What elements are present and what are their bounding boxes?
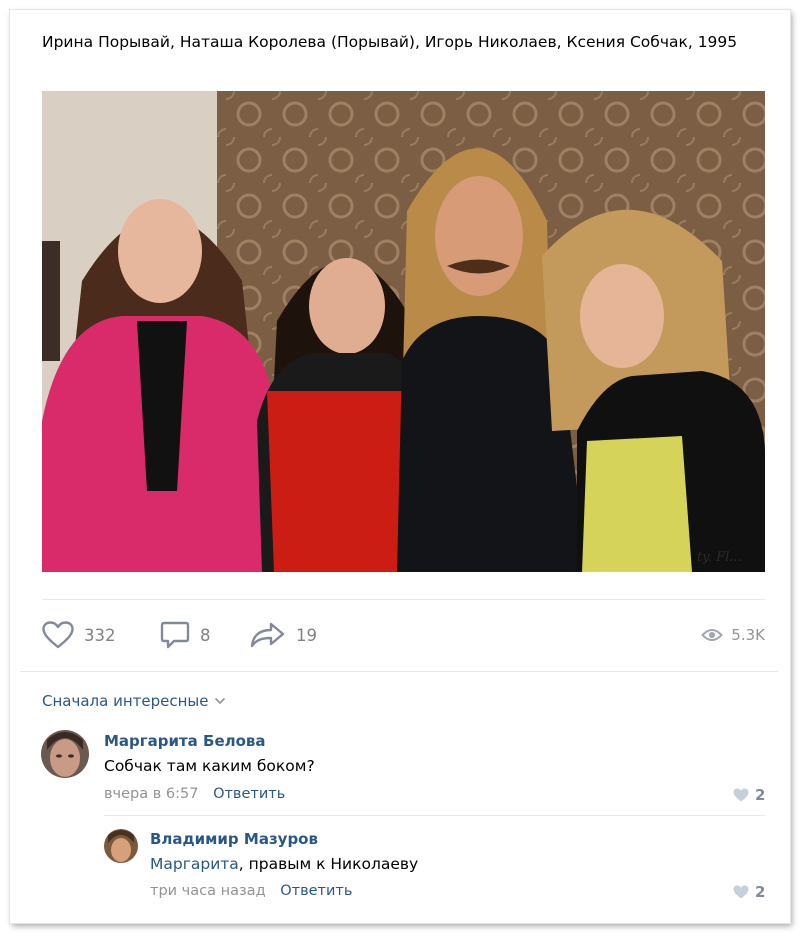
comment-button[interactable]: 8 bbox=[160, 619, 211, 651]
comment-like-button[interactable]: 2 bbox=[733, 786, 765, 804]
comment-author[interactable]: Маргарита Белова bbox=[104, 732, 266, 750]
comment-meta: вчера в 6:57 Ответить bbox=[104, 786, 285, 802]
comment-text: Маргарита, правым к Николаеву bbox=[150, 855, 418, 873]
views-counter: 5.3K bbox=[701, 619, 765, 651]
comment-like-count: 2 bbox=[755, 786, 766, 804]
photo-illustration: ty. Fl... bbox=[42, 91, 765, 572]
comment-text-body: , правым к Николаеву bbox=[238, 855, 419, 873]
comment-like-count: 2 bbox=[755, 883, 766, 901]
avatar-image bbox=[104, 829, 138, 863]
comment-time[interactable]: вчера в 6:57 bbox=[104, 786, 198, 802]
comment-author[interactable]: Владимир Мазуров bbox=[150, 830, 318, 848]
avatar[interactable] bbox=[41, 730, 89, 778]
divider-comments bbox=[20, 671, 778, 672]
post-actions: 332 8 19 5.3K bbox=[42, 619, 765, 651]
comment-icon bbox=[160, 621, 190, 649]
heart-icon bbox=[42, 621, 74, 649]
view-count: 5.3K bbox=[731, 626, 765, 644]
share-icon bbox=[250, 622, 285, 648]
avatar[interactable] bbox=[104, 829, 138, 863]
photo-watermark: ty. Fl... bbox=[697, 550, 742, 565]
like-button[interactable]: 332 bbox=[42, 619, 116, 651]
heart-icon bbox=[733, 788, 749, 802]
eye-icon bbox=[701, 629, 724, 641]
share-button[interactable]: 19 bbox=[250, 619, 317, 651]
heart-icon bbox=[733, 885, 749, 899]
comment-count: 8 bbox=[200, 625, 211, 645]
chevron-down-icon bbox=[215, 697, 226, 705]
comments-sort-label: Сначала интересные bbox=[42, 692, 209, 710]
comment-meta: три часа назад Ответить bbox=[150, 883, 352, 899]
reply-button[interactable]: Ответить bbox=[213, 786, 285, 802]
share-count: 19 bbox=[296, 625, 317, 645]
post-card: Ирина Порывай, Наташа Королева (Порывай)… bbox=[10, 10, 790, 923]
post-photo[interactable]: ty. Fl... bbox=[42, 91, 765, 572]
reply-button[interactable]: Ответить bbox=[280, 883, 352, 899]
comment-mention-link[interactable]: Маргарита bbox=[150, 855, 239, 873]
post-text: Ирина Порывай, Наташа Королева (Порывай)… bbox=[42, 33, 738, 51]
comment-text: Собчак там каким боком? bbox=[104, 757, 315, 775]
avatar-image bbox=[41, 730, 89, 778]
divider-reply bbox=[104, 815, 765, 816]
comments-sort-dropdown[interactable]: Сначала интересные bbox=[42, 692, 226, 710]
divider-top bbox=[42, 599, 765, 600]
like-count: 332 bbox=[84, 625, 116, 645]
comment-time[interactable]: три часа назад bbox=[150, 883, 266, 899]
comment-like-button[interactable]: 2 bbox=[733, 883, 765, 901]
